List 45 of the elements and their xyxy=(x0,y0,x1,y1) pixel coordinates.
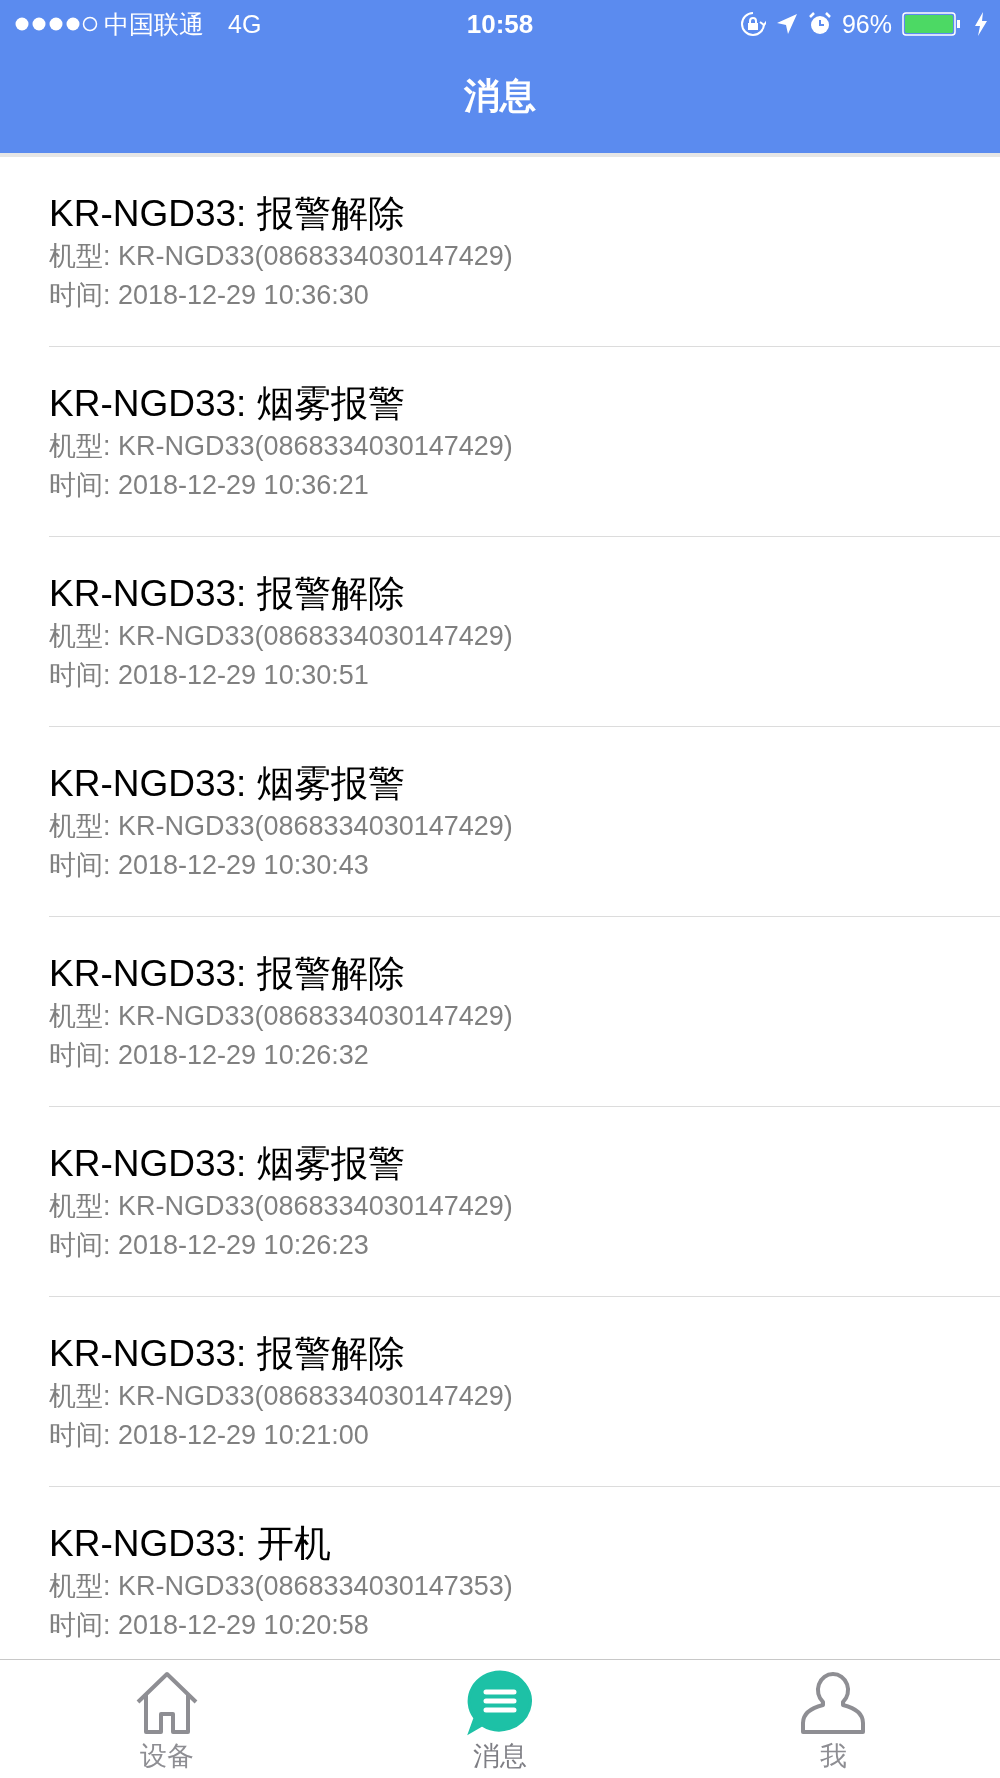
message-time: 时间: 2018-12-29 10:36:21 xyxy=(49,469,370,502)
status-time: 10:58 xyxy=(466,8,534,40)
page-title: 消息 xyxy=(464,74,536,118)
rotation-lock-icon xyxy=(739,11,766,37)
charging-icon xyxy=(974,11,988,37)
message-item[interactable]: KR-NGD33: 报警解除 机型: KR-NGD33(0868334030147429) 时间: 2018-12-29 10:30:51 xyxy=(49,537,1000,727)
network-type: 4G xyxy=(228,9,262,39)
message-time: 时间: 2018-12-29 10:26:32 xyxy=(49,1039,370,1072)
message-title: KR-NGD33: 报警解除 xyxy=(49,1332,406,1376)
device-model: 机型: KR-NGD33(0868334030147429) xyxy=(49,240,514,273)
device-model: 机型: KR-NGD33(0868334030147429) xyxy=(49,810,514,843)
battery-percent: 96% xyxy=(841,9,892,39)
device-model: 机型: KR-NGD33(0868334030147429) xyxy=(49,1380,514,1413)
message-time: 时间: 2018-12-29 10:30:43 xyxy=(49,849,370,882)
message-item[interactable]: KR-NGD33: 报警解除 机型: KR-NGD33(0868334030147429) 时间: 2018-12-29 10:26:32 xyxy=(49,917,1000,1107)
chat-icon xyxy=(467,1670,533,1736)
message-time: 时间: 2018-12-29 10:30:51 xyxy=(49,659,370,692)
device-model: 机型: KR-NGD33(0868334030147429) xyxy=(49,1000,514,1033)
device-model: 机型: KR-NGD33(0868334030147429) xyxy=(49,430,514,463)
message-item[interactable]: KR-NGD33: 烟雾报警 机型: KR-NGD33(0868334030147429) 时间: 2018-12-29 10:36:21 xyxy=(49,347,1000,537)
message-title: KR-NGD33: 烟雾报警 xyxy=(49,382,406,426)
message-item[interactable]: KR-NGD33: 开机 机型: KR-NGD33(0868334030147353) 时间: 2018-12-29 10:20:58 xyxy=(49,1487,1000,1659)
message-item[interactable]: KR-NGD33: 报警解除 机型: KR-NGD33(0868334030147429) 时间: 2018-12-29 10:36:30 xyxy=(49,157,1000,347)
message-item[interactable]: KR-NGD33: 报警解除 机型: KR-NGD33(0868334030147429) 时间: 2018-12-29 10:21:00 xyxy=(49,1297,1000,1487)
message-title: KR-NGD33: 报警解除 xyxy=(49,572,406,616)
device-model: 机型: KR-NGD33(0868334030147429) xyxy=(49,620,514,653)
message-time: 时间: 2018-12-29 10:21:00 xyxy=(49,1419,370,1452)
alarm-icon xyxy=(807,12,832,36)
message-title: KR-NGD33: 烟雾报警 xyxy=(49,1142,406,1186)
message-title: KR-NGD33: 烟雾报警 xyxy=(49,762,406,806)
message-time: 时间: 2018-12-29 10:26:23 xyxy=(49,1229,370,1262)
tab-item[interactable]: 消息 xyxy=(333,1660,667,1778)
location-icon xyxy=(775,13,798,35)
message-time: 时间: 2018-12-29 10:36:30 xyxy=(49,279,370,312)
message-title: KR-NGD33: 报警解除 xyxy=(49,192,406,236)
device-model: 机型: KR-NGD33(0868334030147429) xyxy=(49,1190,514,1223)
message-title: KR-NGD33: 报警解除 xyxy=(49,952,406,996)
signal-icon xyxy=(14,16,98,32)
device-model: 机型: KR-NGD33(0868334030147353) xyxy=(49,1570,514,1603)
message-item[interactable]: KR-NGD33: 烟雾报警 机型: KR-NGD33(0868334030147429) 时间: 2018-12-29 10:30:43 xyxy=(49,727,1000,917)
message-time: 时间: 2018-12-29 10:20:58 xyxy=(49,1609,370,1642)
person-icon xyxy=(800,1670,867,1736)
message-item[interactable]: KR-NGD33: 烟雾报警 机型: KR-NGD33(0868334030147429) 时间: 2018-12-29 10:26:23 xyxy=(49,1107,1000,1297)
carrier-name: 中国联通 xyxy=(104,8,204,40)
message-title: KR-NGD33: 开机 xyxy=(49,1522,332,1566)
